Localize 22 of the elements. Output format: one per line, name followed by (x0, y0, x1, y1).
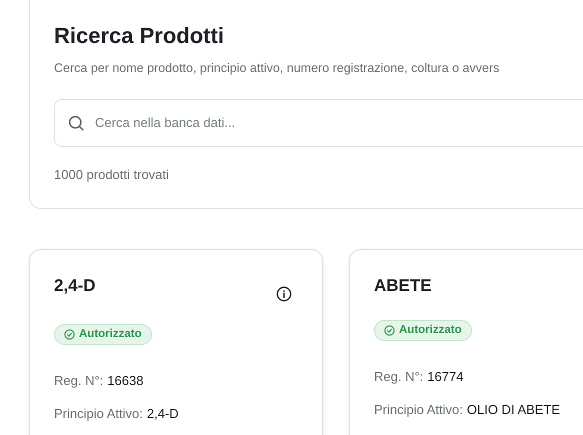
registration-number: 16774 (427, 368, 464, 386)
check-circle-icon (64, 329, 75, 340)
status-badge: Autorizzato (374, 320, 472, 342)
check-circle-icon (384, 325, 395, 336)
search-icon (67, 114, 85, 132)
page-description: Cerca per nome prodotto, principio attivo, numero registrazione, coltura o avvers (54, 60, 500, 77)
status-badge: Autorizzato (54, 324, 152, 346)
registration-number: 16638 (107, 372, 144, 390)
active-ingredient-label: Principio Attivo: (54, 404, 143, 423)
active-ingredient-label: Principio Attivo: (374, 400, 463, 419)
active-ingredient: OLIO DI ABETE (466, 400, 560, 419)
product-card[interactable]: 2,4-D Autorizzato Reg. N°: 16638 Principio Attivo: 2,4-D (29, 249, 323, 435)
result-count: 1000 prodotti trovati (54, 166, 170, 184)
page-title: Ricerca Prodotti (54, 22, 225, 50)
active-ingredient: 2,4-D (146, 404, 179, 423)
registration-label: Reg. N°: (374, 368, 424, 386)
search-field[interactable]: Cerca nella banca dati... (54, 98, 583, 147)
product-name: ABETE (374, 275, 432, 298)
product-name: 2,4-D (54, 275, 96, 298)
info-icon[interactable] (276, 286, 292, 302)
registration-label: Reg. N°: (54, 372, 104, 390)
product-card[interactable]: ABETE Autorizzato Reg. N°: 16774 Principio Attivo: OLIO DI ABETE (349, 249, 583, 435)
